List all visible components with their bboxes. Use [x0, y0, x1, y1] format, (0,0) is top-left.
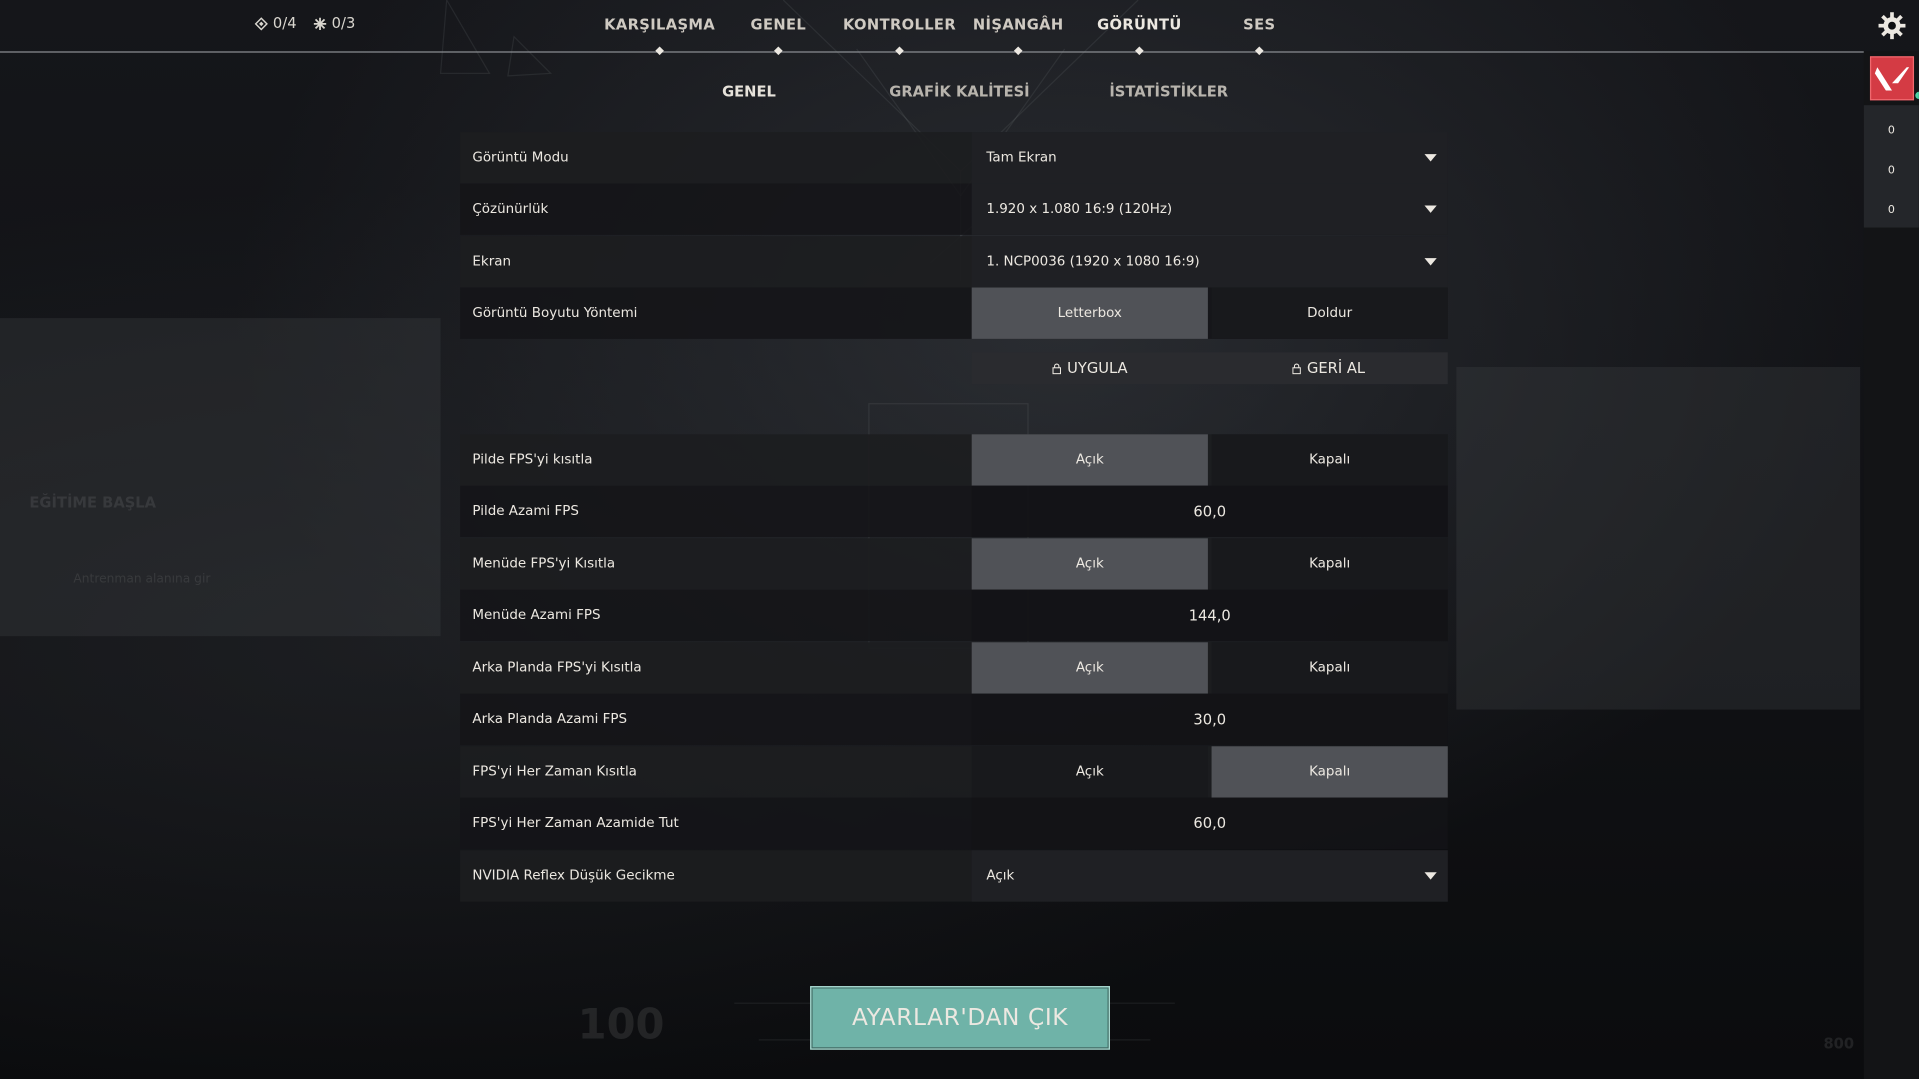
- tab-goruntu[interactable]: GÖRÜNTÜ: [1097, 16, 1182, 33]
- setting-display-mode: Görüntü Modu Tam Ekran: [460, 132, 1448, 184]
- star-icon: [313, 17, 327, 30]
- setting-limit-fps-menu: Menüde FPS'yi Kısıtla Açık Kapalı: [460, 538, 1448, 590]
- lock-icon: [1052, 362, 1062, 374]
- setting-label: Menüde FPS'yi Kısıtla: [472, 555, 616, 572]
- star-counter-value: 0/3: [331, 14, 356, 32]
- diamond-icon: [254, 16, 268, 30]
- max-fps-battery-input[interactable]: 60,0: [971, 485, 1448, 538]
- background-training-hint: Antrenman alanına gir: [73, 572, 211, 587]
- setting-limit-fps-always: FPS'yi Her Zaman Kısıtla Açık Kapalı: [460, 746, 1448, 798]
- chevron-down-icon: [1424, 872, 1437, 880]
- apply-bar: UYGULA GERİ AL: [971, 352, 1448, 385]
- setting-max-fps-background: Arka Planda Azami FPS 30,0: [460, 693, 1448, 746]
- tab-kontroller[interactable]: KONTROLLER: [843, 16, 956, 33]
- tab-ses[interactable]: SES: [1243, 16, 1275, 33]
- tab-indicator: [1013, 46, 1023, 56]
- exit-settings-button[interactable]: AYARLAR'DAN ÇIK: [810, 986, 1110, 1050]
- setting-label: Pilde FPS'yi kısıtla: [472, 451, 593, 468]
- tab-indicator: [774, 46, 783, 56]
- gear-icon[interactable]: [1877, 11, 1906, 40]
- setting-max-fps-always: FPS'yi Her Zaman Azamide Tut 60,0: [460, 797, 1448, 850]
- max-fps-always-input[interactable]: 60,0: [971, 797, 1448, 850]
- tab-indicator: [1254, 46, 1264, 56]
- tab-indicator: [655, 46, 664, 56]
- subtab-grafik-kalitesi[interactable]: GRAFİK KALİTESİ: [889, 83, 1029, 100]
- diamond-counter-value: 0/4: [272, 14, 297, 32]
- tab-indicator: [1135, 46, 1144, 56]
- subtab-genel[interactable]: GENEL: [722, 83, 776, 100]
- setting-label: Ekran: [472, 253, 512, 270]
- max-fps-background-input[interactable]: 30,0: [971, 693, 1448, 746]
- setting-max-fps-battery: Pilde Azami FPS 60,0: [460, 485, 1448, 538]
- lock-icon: [1292, 362, 1301, 374]
- background-health: 100: [577, 1000, 665, 1050]
- chevron-down-icon: [1424, 205, 1437, 213]
- off-option[interactable]: Kapalı: [1211, 538, 1448, 590]
- chevron-down-icon: [1424, 258, 1437, 266]
- setting-limit-fps-background: Arka Planda FPS'yi Kısıtla Açık Kapalı: [460, 642, 1448, 694]
- tab-indicator: [895, 46, 904, 56]
- setting-limit-fps-battery: Pilde FPS'yi kısıtla Açık Kapalı: [460, 434, 1448, 486]
- letterbox-option[interactable]: Letterbox: [971, 287, 1208, 339]
- social-sidebar: 0 0 0: [1863, 51, 1919, 1079]
- setting-monitor: Ekran 1. NCP0036 (1920 x 1080 16:9): [460, 236, 1448, 288]
- setting-label: Görüntü Boyutu Yöntemi: [472, 304, 638, 321]
- subtab-istatistikler[interactable]: İSTATİSTİKLER: [1109, 83, 1228, 100]
- sidebar-count[interactable]: 0: [1864, 125, 1919, 137]
- dropdown-value: 1.920 x 1.080 16:9 (120Hz): [986, 200, 1173, 217]
- revert-label: GERİ AL: [1307, 359, 1366, 377]
- on-option[interactable]: Açık: [971, 746, 1208, 798]
- dropdown-value: Tam Ekran: [986, 149, 1057, 166]
- star-counter: 0/3: [313, 15, 355, 32]
- valorant-logo-icon: [1874, 67, 1910, 91]
- setting-label: FPS'yi Her Zaman Azamide Tut: [472, 814, 679, 831]
- setting-label: Görüntü Modu: [472, 149, 569, 166]
- tab-genel[interactable]: GENEL: [751, 16, 807, 33]
- sidebar-count[interactable]: 0: [1864, 165, 1919, 177]
- setting-max-fps-menu: Menüde Azami FPS 144,0: [460, 589, 1448, 642]
- revert-button[interactable]: GERİ AL: [1292, 352, 1365, 384]
- setting-label: Arka Planda Azami FPS: [472, 710, 628, 727]
- top-navigation: 0/4 0/3 KARŞILAŞMA GENEL KONTROLLER NİŞA…: [0, 0, 1906, 56]
- setting-label: Pilde Azami FPS: [472, 502, 579, 519]
- chevron-down-icon: [1424, 154, 1437, 162]
- fill-option[interactable]: Doldur: [1211, 287, 1448, 339]
- setting-nvidia-reflex: NVIDIA Reflex Düşük Gecikme Açık: [460, 850, 1448, 902]
- max-fps-menu-input[interactable]: 144,0: [971, 589, 1448, 642]
- sidebar-counts: 0 0 0: [1863, 105, 1919, 228]
- setting-label: Çözünürlük: [472, 200, 549, 217]
- on-option[interactable]: Açık: [971, 538, 1208, 590]
- background-training-title: EĞİTİME BAŞLA: [29, 494, 157, 512]
- setting-label: FPS'yi Her Zaman Kısıtla: [472, 763, 637, 780]
- resolution-dropdown[interactable]: 1.920 x 1.080 16:9 (120Hz): [971, 183, 1448, 235]
- display-mode-dropdown[interactable]: Tam Ekran: [971, 132, 1448, 184]
- monitor-dropdown[interactable]: 1. NCP0036 (1920 x 1080 16:9): [971, 236, 1448, 288]
- apply-button[interactable]: UYGULA: [1052, 352, 1128, 384]
- setting-aspect-method: Görüntü Boyutu Yöntemi Letterbox Doldur: [460, 287, 1448, 339]
- off-option[interactable]: Kapalı: [1211, 434, 1448, 486]
- on-option[interactable]: Açık: [971, 434, 1208, 486]
- dropdown-value: Açık: [986, 867, 1015, 884]
- background-credits: 800: [1823, 1034, 1855, 1053]
- nvidia-reflex-dropdown[interactable]: Açık: [971, 850, 1448, 902]
- tab-nisangah[interactable]: NİŞANGÂH: [973, 16, 1064, 33]
- off-option[interactable]: Kapalı: [1211, 746, 1448, 798]
- dropdown-value: 1. NCP0036 (1920 x 1080 16:9): [986, 253, 1200, 270]
- setting-label: Arka Planda FPS'yi Kısıtla: [472, 659, 642, 676]
- sidebar-count[interactable]: 0: [1864, 204, 1919, 216]
- setting-label: Menüde Azami FPS: [472, 606, 601, 623]
- on-option[interactable]: Açık: [971, 642, 1208, 694]
- apply-label: UYGULA: [1067, 359, 1128, 377]
- off-option[interactable]: Kapalı: [1211, 642, 1448, 694]
- setting-resolution: Çözünürlük 1.920 x 1.080 16:9 (120Hz): [460, 183, 1448, 235]
- avatar[interactable]: [1869, 56, 1919, 101]
- online-status-dot: [1915, 91, 1919, 100]
- setting-label: NVIDIA Reflex Düşük Gecikme: [472, 867, 675, 884]
- settings-screen: EĞİTİME BAŞLA Antrenman alanına gir 100 …: [0, 0, 1919, 1079]
- diamond-counter: 0/4: [254, 14, 297, 32]
- tab-karsilasma[interactable]: KARŞILAŞMA: [604, 16, 715, 33]
